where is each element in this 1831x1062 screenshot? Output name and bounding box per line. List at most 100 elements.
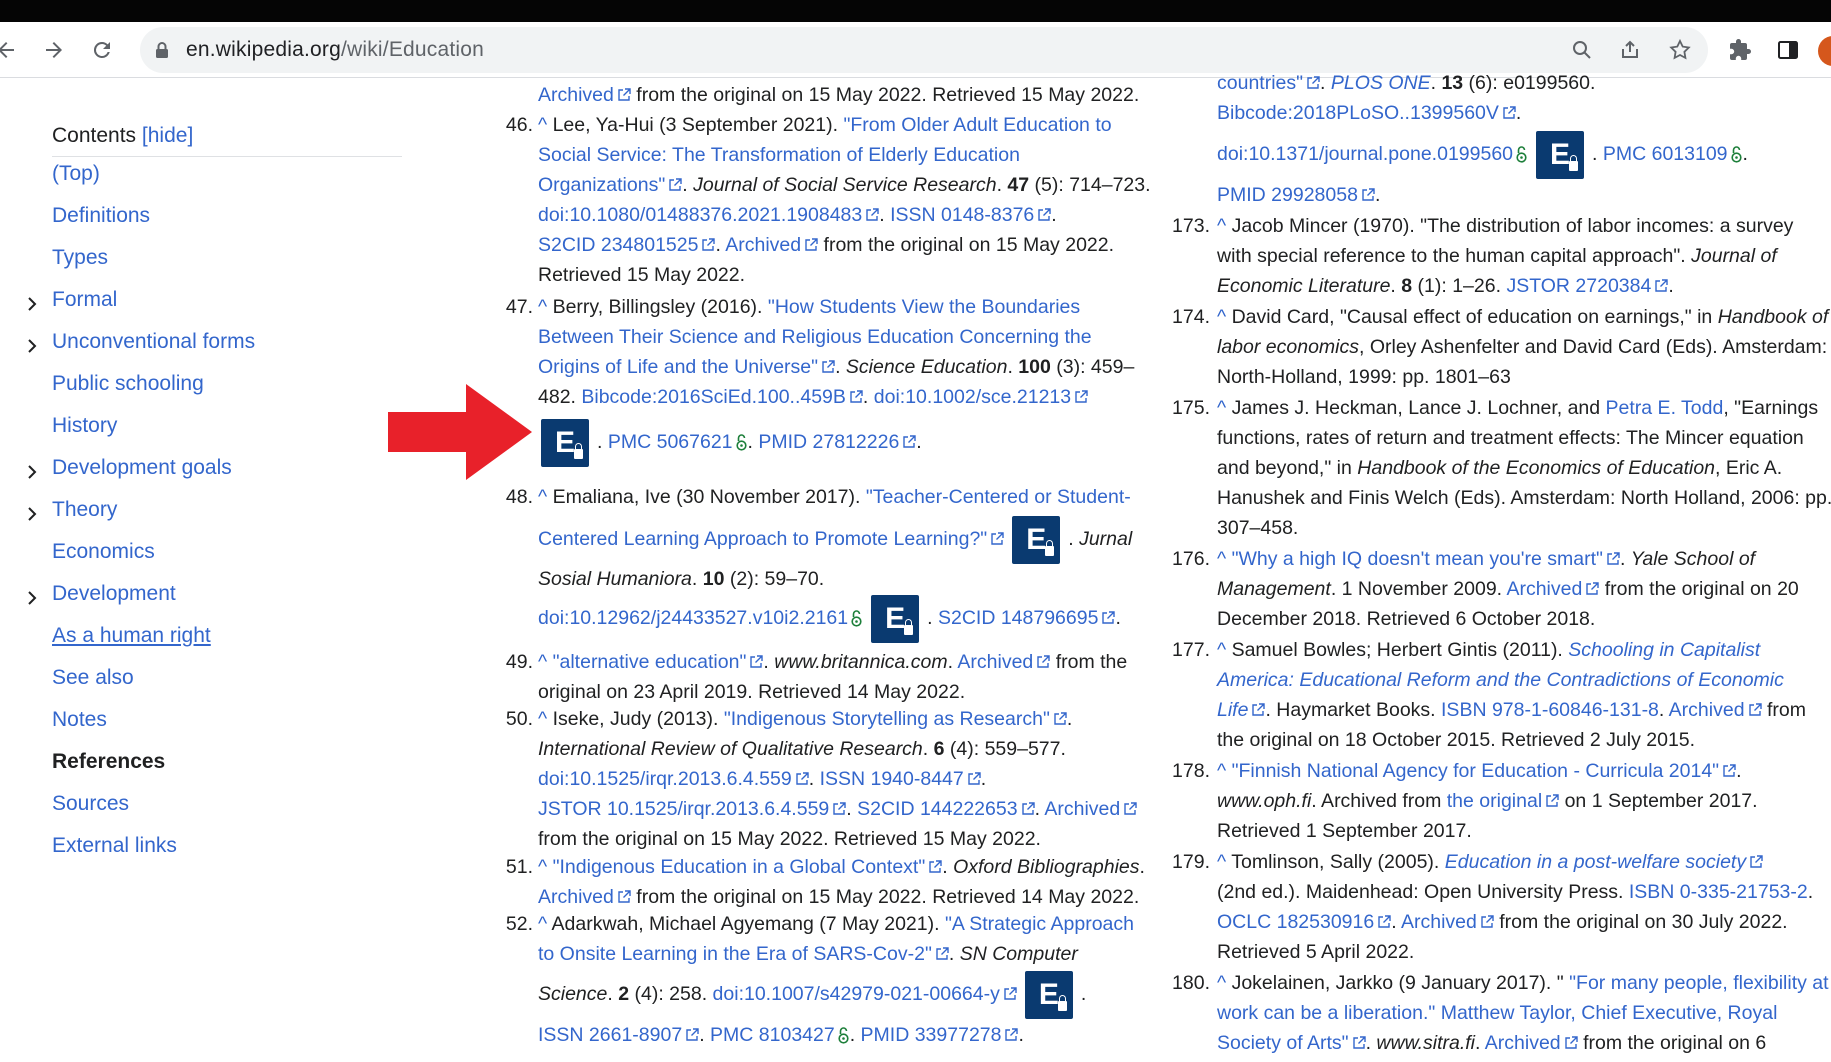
isbn-link[interactable]: ISBN 978-1-60846-131-8 — [1441, 699, 1659, 721]
backlink-caret[interactable]: ^ — [538, 651, 547, 673]
toc-item-see-also[interactable]: See also — [52, 666, 134, 690]
archived-link[interactable]: Archived — [1485, 1032, 1561, 1054]
backlink-caret[interactable]: ^ — [1217, 215, 1226, 237]
doi-link[interactable]: doi:10.1525/irqr.2013.6.4.559 — [538, 768, 792, 790]
s2cid-link[interactable]: S2CID 234801525 — [538, 234, 698, 256]
doi-link[interactable]: doi:10.12962/j24433527.v10i2.2161 — [538, 607, 848, 629]
oclc-link[interactable]: OCLC 182530916 — [1217, 911, 1374, 933]
toc-hide-link[interactable]: [hide] — [142, 124, 193, 147]
forward-button[interactable] — [36, 32, 72, 68]
toc-item-types[interactable]: Types — [52, 246, 108, 270]
archived-link[interactable]: Archived — [538, 886, 614, 908]
toc-item-history[interactable]: History — [52, 414, 117, 438]
ref-title-link[interactable]: Organizations" — [538, 174, 665, 196]
backlink-caret[interactable]: ^ — [1217, 306, 1226, 328]
backlink-caret[interactable]: ^ — [1217, 972, 1226, 994]
toc-item-references[interactable]: References — [52, 750, 165, 774]
pmc-link[interactable]: PMC 8103427 — [710, 1024, 835, 1046]
chevron-right-icon[interactable] — [24, 464, 40, 480]
ref-title-link[interactable]: "Finnish National Agency for Education -… — [1232, 760, 1720, 782]
e-badge-icon[interactable]: E — [871, 594, 920, 643]
backlink-caret[interactable]: ^ — [538, 296, 547, 318]
backlink-caret[interactable]: ^ — [1217, 851, 1226, 873]
toc-item-theory[interactable]: Theory — [52, 498, 117, 522]
original-link[interactable]: the original — [1447, 790, 1542, 812]
e-badge-icon[interactable]: E — [1012, 515, 1061, 564]
toc-item-top[interactable]: (Top) — [52, 162, 100, 186]
address-bar[interactable]: en.wikipedia.org/wiki/Education — [140, 27, 1708, 73]
url-text[interactable]: en.wikipedia.org/wiki/Education — [186, 38, 484, 62]
toc-item-public-schooling[interactable]: Public schooling — [52, 372, 204, 396]
pmid-link[interactable]: PMID 29928058 — [1217, 184, 1358, 206]
ref-title-link[interactable]: America: Educational Reform and the Cont… — [1217, 669, 1784, 691]
backlink-caret[interactable]: ^ — [1217, 639, 1226, 661]
archived-link[interactable]: Archived — [1669, 699, 1745, 721]
ref-title-link[interactable]: "How Students View the Boundaries — [768, 296, 1080, 318]
ref-title-link[interactable]: "Indigenous Education in a Global Contex… — [553, 856, 926, 878]
doi-link[interactable]: doi:10.1002/sce.21213 — [874, 386, 1071, 408]
pmid-link[interactable]: PMID 33977278 — [861, 1024, 1002, 1046]
archived-link[interactable]: Archived — [1044, 798, 1120, 820]
e-badge-icon[interactable]: E — [1024, 970, 1073, 1019]
backlink-caret[interactable]: ^ — [1217, 548, 1226, 570]
toc-item-external-links[interactable]: External links — [52, 834, 177, 858]
s2cid-link[interactable]: S2CID 148796695 — [938, 607, 1098, 629]
back-button[interactable] — [0, 32, 24, 68]
ref-title-link[interactable]: Between Their Science and Religious Educ… — [538, 326, 1092, 348]
ref-title-link[interactable]: Education in a post-welfare society — [1445, 851, 1746, 873]
ref-title-link[interactable]: to Onsite Learning in the Era of SARS-Co… — [538, 943, 932, 965]
pmc-link[interactable]: PMC 6013109 — [1603, 143, 1728, 165]
chevron-right-icon[interactable] — [24, 296, 40, 312]
pmc-link[interactable]: PMC 5067621 — [608, 431, 733, 453]
share-icon[interactable] — [1618, 38, 1642, 62]
issn-link[interactable]: ISSN 2661-8907 — [538, 1024, 682, 1046]
backlink-caret[interactable]: ^ — [1217, 397, 1226, 419]
issn-link[interactable]: ISSN 0148-8376 — [890, 204, 1034, 226]
toc-item-notes[interactable]: Notes — [52, 708, 107, 732]
archived-link[interactable]: Archived — [1506, 578, 1582, 600]
isbn-link[interactable]: ISBN 0-335-21753-2 — [1629, 881, 1808, 903]
ref-title-link[interactable]: Social Service: The Transformation of El… — [538, 144, 1020, 166]
extensions-icon[interactable] — [1728, 38, 1752, 62]
bookmark-star-icon[interactable] — [1668, 38, 1692, 62]
ref-title-link[interactable]: "Why a high IQ doesn't mean you're smart… — [1232, 548, 1603, 570]
doi-link[interactable]: doi:10.1007/s42979-021-00664-y — [713, 983, 1000, 1005]
archived-link[interactable]: Archived — [1401, 911, 1477, 933]
ref-title-link[interactable]: work can be a liberation." Matthew Taylo… — [1217, 1002, 1777, 1024]
bibcode-link[interactable]: Bibcode:2016SciEd.100..459B — [581, 386, 846, 408]
jstor-link[interactable]: JSTOR 2720384 — [1506, 275, 1651, 297]
e-badge-icon[interactable]: E — [541, 418, 589, 467]
doi-link[interactable]: doi:10.1080/01488376.2021.1908483 — [538, 204, 862, 226]
search-icon[interactable] — [1570, 38, 1594, 62]
backlink-caret[interactable]: ^ — [1217, 760, 1226, 782]
ref-title-link[interactable]: "For many people, flexibility at — [1569, 972, 1828, 994]
toc-item-as-a-human-right[interactable]: As a human right — [52, 624, 211, 648]
backlink-caret[interactable]: ^ — [538, 114, 547, 136]
e-badge-icon[interactable]: E — [1536, 130, 1585, 179]
archived-link[interactable]: Archived — [957, 651, 1033, 673]
chevron-right-icon[interactable] — [24, 506, 40, 522]
profile-avatar[interactable] — [1818, 36, 1831, 66]
ref-title-link[interactable]: Origins of Life and the Universe" — [538, 356, 818, 378]
ref-title-link[interactable]: "alternative education" — [553, 651, 747, 673]
side-panel-icon[interactable] — [1776, 38, 1800, 62]
archived-link[interactable]: Archived — [725, 234, 801, 256]
doi-link[interactable]: doi:10.1371/journal.pone.0199560 — [1217, 143, 1513, 165]
archived-link[interactable]: Archived — [538, 84, 614, 106]
ref-title-link[interactable]: Centered Learning Approach to Promote Le… — [538, 528, 987, 550]
issn-link[interactable]: ISSN 1940-8447 — [820, 768, 964, 790]
ref-title-link[interactable]: "Indigenous Storytelling as Research" — [724, 708, 1050, 730]
ref-title-link[interactable]: "A Strategic Approach — [945, 913, 1134, 935]
bibcode-link[interactable]: Bibcode:2018PLoSO..1399560V — [1217, 102, 1499, 124]
backlink-caret[interactable]: ^ — [538, 913, 547, 935]
pmid-link[interactable]: PMID 27812226 — [758, 431, 899, 453]
ref-title-link[interactable]: Schooling in Capitalist — [1568, 639, 1760, 661]
chevron-right-icon[interactable] — [24, 590, 40, 606]
toc-item-development-goals[interactable]: Development goals — [52, 456, 232, 480]
toc-item-economics[interactable]: Economics — [52, 540, 155, 564]
toc-item-development[interactable]: Development — [52, 582, 176, 606]
backlink-caret[interactable]: ^ — [538, 708, 547, 730]
toc-item-formal[interactable]: Formal — [52, 288, 117, 312]
s2cid-link[interactable]: S2CID 144222653 — [857, 798, 1017, 820]
ref-title-link[interactable]: Society of Arts" — [1217, 1032, 1349, 1054]
